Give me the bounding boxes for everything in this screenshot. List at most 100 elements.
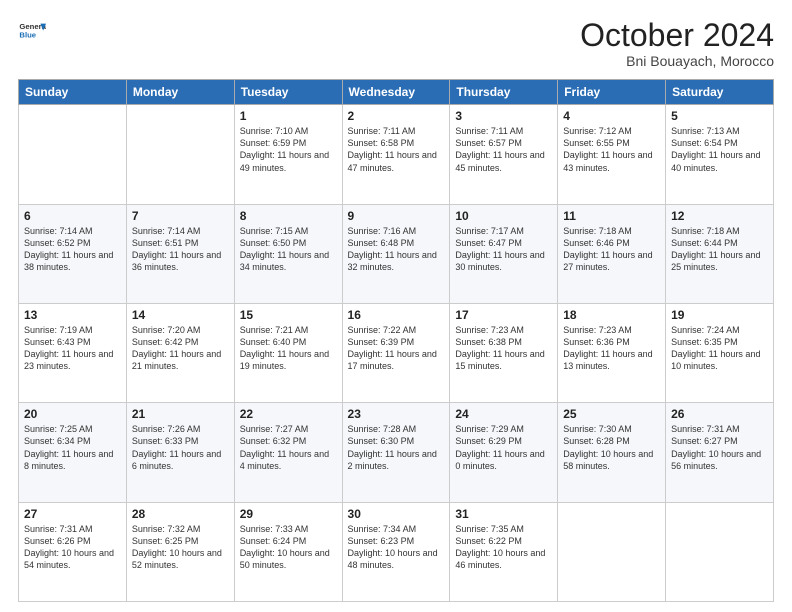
calendar-cell: 17Sunrise: 7:23 AM Sunset: 6:38 PM Dayli… — [450, 303, 558, 402]
date-number: 12 — [671, 209, 768, 223]
calendar-cell: 19Sunrise: 7:24 AM Sunset: 6:35 PM Dayli… — [666, 303, 774, 402]
date-number: 25 — [563, 407, 660, 421]
date-number: 10 — [455, 209, 552, 223]
calendar-cell: 25Sunrise: 7:30 AM Sunset: 6:28 PM Dayli… — [558, 403, 666, 502]
date-number: 24 — [455, 407, 552, 421]
logo: General Blue — [18, 18, 46, 46]
cell-info: Sunrise: 7:18 AM Sunset: 6:46 PM Dayligh… — [563, 225, 660, 274]
date-number: 13 — [24, 308, 121, 322]
col-sunday: Sunday — [19, 80, 127, 105]
cell-info: Sunrise: 7:13 AM Sunset: 6:54 PM Dayligh… — [671, 125, 768, 174]
cell-info: Sunrise: 7:22 AM Sunset: 6:39 PM Dayligh… — [348, 324, 445, 373]
calendar-cell: 24 Sunrise: 7:29 AM Sunset: 6:29 PM Dayli… — [450, 403, 558, 502]
date-number: 4 — [563, 109, 660, 123]
calendar-cell: 15Sunrise: 7:21 AM Sunset: 6:40 PM Dayli… — [234, 303, 342, 402]
week-row-4: 20Sunrise: 7:25 AM Sunset: 6:34 PM Dayli… — [19, 403, 774, 502]
cell-info: Sunrise: 7:14 AM Sunset: 6:52 PM Dayligh… — [24, 225, 121, 274]
date-number: 6 — [24, 209, 121, 223]
date-number: 5 — [671, 109, 768, 123]
calendar-title: October 2024 — [580, 18, 774, 53]
calendar-cell: 12 Sunrise: 7:18 AM Sunset: 6:44 PM Dayli… — [666, 204, 774, 303]
calendar-cell: 31 Sunrise: 7:35 AM Sunset: 6:22 PM Dayli… — [450, 502, 558, 601]
calendar-cell: 18Sunrise: 7:23 AM Sunset: 6:36 PM Dayli… — [558, 303, 666, 402]
calendar-cell: 28 Sunrise: 7:32 AM Sunset: 6:25 PM Dayli… — [126, 502, 234, 601]
cell-info: Sunrise: 7:21 AM Sunset: 6:40 PM Dayligh… — [240, 324, 337, 373]
date-number: 9 — [348, 209, 445, 223]
date-number: 1 — [240, 109, 337, 123]
calendar-cell — [19, 105, 127, 204]
date-number: 31 — [455, 507, 552, 521]
date-number: 26 — [671, 407, 768, 421]
date-number: 30 — [348, 507, 445, 521]
cell-info: Sunrise: 7:19 AM Sunset: 6:43 PM Dayligh… — [24, 324, 121, 373]
cell-info: Sunrise: 7:11 AM Sunset: 6:57 PM Dayligh… — [455, 125, 552, 174]
cell-info: Sunrise: 7:18 AM Sunset: 6:44 PM Dayligh… — [671, 225, 768, 274]
cell-info: Sunrise: 7:29 AM Sunset: 6:29 PM Dayligh… — [455, 423, 552, 472]
calendar-cell: 3Sunrise: 7:11 AM Sunset: 6:57 PM Daylig… — [450, 105, 558, 204]
date-number: 7 — [132, 209, 229, 223]
calendar-cell: 13 Sunrise: 7:19 AM Sunset: 6:43 PM Dayli… — [19, 303, 127, 402]
calendar-cell: 29Sunrise: 7:33 AM Sunset: 6:24 PM Dayli… — [234, 502, 342, 601]
date-number: 23 — [348, 407, 445, 421]
header: General Blue October 2024 Bni Bouayach, … — [18, 18, 774, 69]
header-row: Sunday Monday Tuesday Wednesday Thursday… — [19, 80, 774, 105]
calendar-cell: 5 Sunrise: 7:13 AM Sunset: 6:54 PM Daylig… — [666, 105, 774, 204]
week-row-3: 13 Sunrise: 7:19 AM Sunset: 6:43 PM Dayli… — [19, 303, 774, 402]
cell-info: Sunrise: 7:27 AM Sunset: 6:32 PM Dayligh… — [240, 423, 337, 472]
date-number: 11 — [563, 209, 660, 223]
cell-info: Sunrise: 7:10 AM Sunset: 6:59 PM Dayligh… — [240, 125, 337, 174]
calendar-subtitle: Bni Bouayach, Morocco — [580, 53, 774, 69]
col-wednesday: Wednesday — [342, 80, 450, 105]
cell-info: Sunrise: 7:35 AM Sunset: 6:22 PM Dayligh… — [455, 523, 552, 572]
col-saturday: Saturday — [666, 80, 774, 105]
calendar-cell: 27 Sunrise: 7:31 AM Sunset: 6:26 PM Dayli… — [19, 502, 127, 601]
title-block: October 2024 Bni Bouayach, Morocco — [580, 18, 774, 69]
cell-info: Sunrise: 7:12 AM Sunset: 6:55 PM Dayligh… — [563, 125, 660, 174]
date-number: 27 — [24, 507, 121, 521]
calendar-cell: 21Sunrise: 7:26 AM Sunset: 6:33 PM Dayli… — [126, 403, 234, 502]
col-friday: Friday — [558, 80, 666, 105]
cell-info: Sunrise: 7:26 AM Sunset: 6:33 PM Dayligh… — [132, 423, 229, 472]
cell-info: Sunrise: 7:17 AM Sunset: 6:47 PM Dayligh… — [455, 225, 552, 274]
date-number: 2 — [348, 109, 445, 123]
cell-info: Sunrise: 7:28 AM Sunset: 6:30 PM Dayligh… — [348, 423, 445, 472]
week-row-1: 1 Sunrise: 7:10 AM Sunset: 6:59 PM Daylig… — [19, 105, 774, 204]
cell-info: Sunrise: 7:34 AM Sunset: 6:23 PM Dayligh… — [348, 523, 445, 572]
date-number: 8 — [240, 209, 337, 223]
calendar-cell: 22 Sunrise: 7:27 AM Sunset: 6:32 PM Dayli… — [234, 403, 342, 502]
calendar-cell — [666, 502, 774, 601]
calendar-table: Sunday Monday Tuesday Wednesday Thursday… — [18, 79, 774, 602]
week-row-5: 27 Sunrise: 7:31 AM Sunset: 6:26 PM Dayli… — [19, 502, 774, 601]
date-number: 29 — [240, 507, 337, 521]
col-tuesday: Tuesday — [234, 80, 342, 105]
cell-info: Sunrise: 7:32 AM Sunset: 6:25 PM Dayligh… — [132, 523, 229, 572]
calendar-cell: 23 Sunrise: 7:28 AM Sunset: 6:30 PM Dayli… — [342, 403, 450, 502]
calendar-cell — [126, 105, 234, 204]
cell-info: Sunrise: 7:24 AM Sunset: 6:35 PM Dayligh… — [671, 324, 768, 373]
date-number: 16 — [348, 308, 445, 322]
calendar-cell: 8 Sunrise: 7:15 AM Sunset: 6:50 PM Daylig… — [234, 204, 342, 303]
calendar-cell: 14 Sunrise: 7:20 AM Sunset: 6:42 PM Dayli… — [126, 303, 234, 402]
cell-info: Sunrise: 7:31 AM Sunset: 6:26 PM Dayligh… — [24, 523, 121, 572]
date-number: 22 — [240, 407, 337, 421]
cell-info: Sunrise: 7:20 AM Sunset: 6:42 PM Dayligh… — [132, 324, 229, 373]
calendar-cell: 1 Sunrise: 7:10 AM Sunset: 6:59 PM Daylig… — [234, 105, 342, 204]
date-number: 14 — [132, 308, 229, 322]
calendar-cell: 20Sunrise: 7:25 AM Sunset: 6:34 PM Dayli… — [19, 403, 127, 502]
calendar-cell: 30 Sunrise: 7:34 AM Sunset: 6:23 PM Dayli… — [342, 502, 450, 601]
logo-icon: General Blue — [18, 18, 46, 46]
cell-info: Sunrise: 7:16 AM Sunset: 6:48 PM Dayligh… — [348, 225, 445, 274]
col-monday: Monday — [126, 80, 234, 105]
date-number: 28 — [132, 507, 229, 521]
calendar-cell: 6 Sunrise: 7:14 AM Sunset: 6:52 PM Daylig… — [19, 204, 127, 303]
calendar-cell: 7Sunrise: 7:14 AM Sunset: 6:51 PM Daylig… — [126, 204, 234, 303]
date-number: 18 — [563, 308, 660, 322]
calendar-cell: 11 Sunrise: 7:18 AM Sunset: 6:46 PM Dayli… — [558, 204, 666, 303]
page: General Blue October 2024 Bni Bouayach, … — [0, 0, 792, 612]
cell-info: Sunrise: 7:11 AM Sunset: 6:58 PM Dayligh… — [348, 125, 445, 174]
calendar-cell: 16 Sunrise: 7:22 AM Sunset: 6:39 PM Dayli… — [342, 303, 450, 402]
date-number: 20 — [24, 407, 121, 421]
svg-text:Blue: Blue — [19, 31, 36, 40]
cell-info: Sunrise: 7:31 AM Sunset: 6:27 PM Dayligh… — [671, 423, 768, 472]
cell-info: Sunrise: 7:15 AM Sunset: 6:50 PM Dayligh… — [240, 225, 337, 274]
